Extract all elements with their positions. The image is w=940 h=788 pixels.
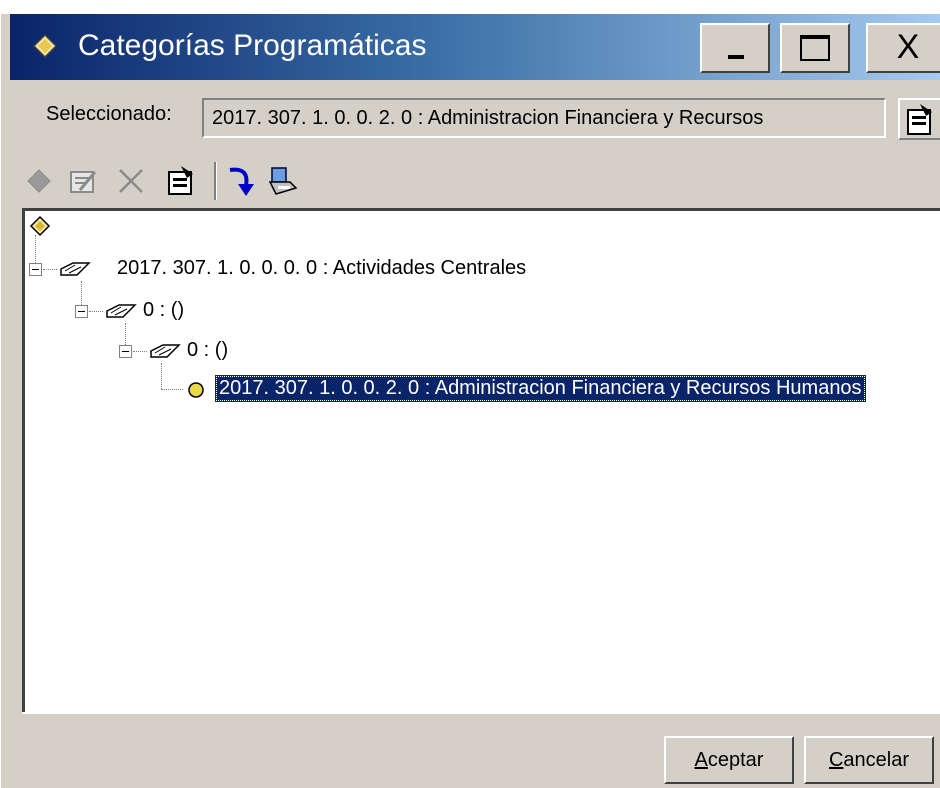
open-book-icon (150, 344, 181, 358)
tree-item-selected[interactable]: 2017. 307. 1. 0. 0. 2. 0 : Administracio… (215, 375, 866, 402)
cancel-button[interactable]: Cancelar (804, 736, 934, 784)
tree-connector (161, 363, 163, 389)
tree-connector (161, 389, 183, 391)
category-tree[interactable]: 2017. 307. 1. 0. 0. 0. 0 : Actividades C… (22, 208, 940, 712)
collapse-toggle[interactable] (119, 345, 132, 358)
window-frame-left (0, 14, 11, 788)
move-down-icon[interactable] (224, 164, 258, 198)
selected-value-field[interactable]: 2017. 307. 1. 0. 0. 2. 0 : Administracio… (202, 98, 886, 138)
window-title: Categorías Programáticas (78, 29, 427, 62)
dialog-window: Categorías Programáticas X Seleccionado:… (0, 0, 940, 788)
print-icon[interactable] (266, 164, 300, 198)
properties-icon[interactable] (164, 164, 198, 198)
tree-connector (43, 269, 57, 271)
cancel-label: ancelar (843, 749, 910, 771)
selected-properties-button[interactable] (898, 98, 940, 140)
accept-mnemonic: A (694, 749, 708, 771)
selected-label: Seleccionado: (46, 103, 172, 125)
minimize-button[interactable] (700, 23, 770, 73)
diamond-folder-icon (32, 33, 58, 59)
tree-item-level-2[interactable]: 0 : () (143, 299, 184, 322)
tree-connector (133, 351, 147, 353)
close-icon: X (896, 28, 920, 66)
tree-item-level-3[interactable]: 0 : () (187, 339, 228, 362)
root-icon (29, 215, 51, 237)
accept-button[interactable]: Aceptar (664, 736, 794, 784)
tree-connector (89, 311, 103, 313)
collapse-toggle[interactable] (29, 263, 42, 276)
leaf-dot-icon (188, 382, 204, 398)
selected-value-text: 2017. 307. 1. 0. 0. 2. 0 : Administracio… (212, 107, 764, 129)
tree-item-actividades-centrales[interactable]: 2017. 307. 1. 0. 0. 0. 0 : Actividades C… (117, 257, 526, 280)
properties-icon (907, 104, 932, 135)
cancel-mnemonic: C (828, 749, 844, 771)
window-frame-top (0, 0, 940, 14)
collapse-toggle[interactable] (75, 305, 88, 318)
new-node-icon[interactable] (22, 164, 56, 198)
delete-icon[interactable] (114, 164, 148, 198)
edit-icon[interactable] (66, 164, 100, 198)
toolbar (18, 156, 418, 204)
open-book-icon (106, 304, 137, 318)
open-book-icon (60, 262, 91, 276)
maximize-icon (800, 35, 830, 61)
close-button[interactable]: X (866, 23, 940, 73)
tree-connector (81, 281, 83, 305)
tree-connector (125, 323, 127, 347)
title-bar[interactable]: Categorías Programáticas X (10, 14, 940, 80)
maximize-button[interactable] (780, 23, 850, 73)
panel-divider (22, 712, 940, 714)
toolbar-separator (214, 162, 217, 200)
minimize-icon (728, 55, 744, 59)
accept-label: ceptar (707, 749, 764, 771)
